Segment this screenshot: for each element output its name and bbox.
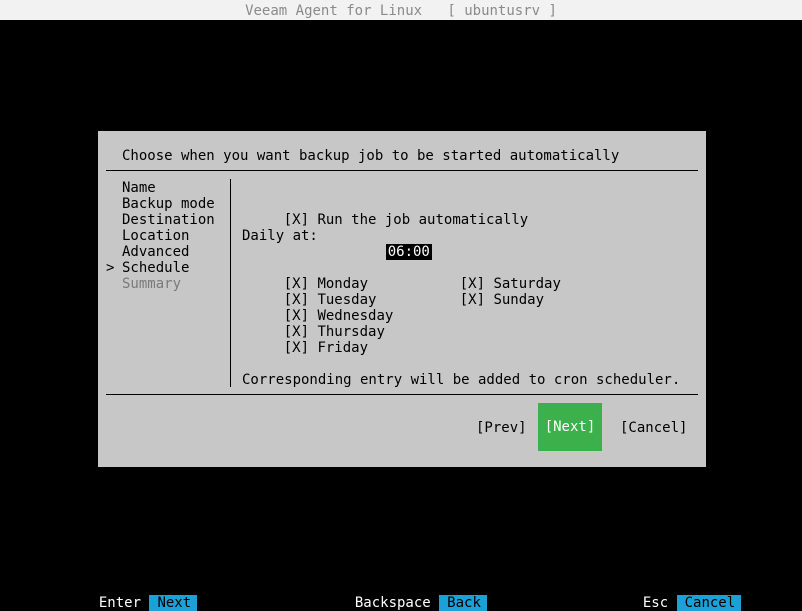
run-automatically-checkbox[interactable]: [X] Run the job automatically: [250, 196, 528, 228]
prev-button[interactable]: [Prev]: [476, 420, 527, 436]
next-button[interactable]: [Next]: [538, 403, 602, 451]
step-advanced[interactable]: Advanced: [122, 244, 215, 260]
time-value: 06:00: [385, 244, 432, 260]
footer-enter-hint: Enter Next: [82, 579, 198, 611]
checkbox-label: Friday: [317, 340, 369, 356]
step-destination[interactable]: Destination: [122, 212, 215, 228]
checkbox-label: Sunday: [493, 292, 545, 308]
steps-divider: [230, 179, 231, 387]
dialog-heading: Choose when you want backup job to be st…: [122, 148, 620, 164]
day-checkbox-friday[interactable]: [X] Friday: [250, 324, 368, 356]
step-name[interactable]: Name: [122, 180, 215, 196]
current-step-cursor: >: [106, 260, 115, 276]
window-title: Veeam Agent for Linux [ ubuntusrv ]: [0, 0, 802, 20]
footer-backspace-hint: Backspace Back: [338, 579, 488, 611]
enter-key-label: Enter: [98, 595, 142, 611]
cancel-button[interactable]: [Cancel]: [620, 420, 687, 436]
step-schedule[interactable]: Schedule: [122, 260, 215, 276]
esc-key-label: Esc: [642, 595, 669, 611]
esc-cancel-action[interactable]: Cancel: [676, 595, 741, 611]
backspace-key-label: Backspace: [354, 595, 431, 611]
step-backup-mode[interactable]: Backup mode: [122, 196, 215, 212]
day-checkbox-wednesday[interactable]: [X] Wednesday: [250, 292, 394, 324]
footer-esc-hint: Esc Cancel: [626, 579, 741, 611]
checkbox-mark: [X]: [459, 292, 486, 308]
checkbox-mark: [X]: [283, 340, 310, 356]
daily-time-input[interactable]: 06:00: [352, 228, 432, 260]
checkbox-mark: [X]: [283, 212, 310, 228]
step-summary: Summary: [122, 276, 182, 292]
day-checkbox-thursday[interactable]: [X] Thursday: [250, 308, 385, 340]
cron-note: Corresponding entry will be added to cro…: [242, 372, 681, 388]
footer-divider: [106, 394, 698, 395]
heading-divider: [106, 170, 698, 171]
checkbox-label: Run the job automatically: [317, 212, 529, 228]
backup-job-wizard-dialog: Choose when you want backup job to be st…: [98, 131, 706, 467]
backspace-back-action[interactable]: Back: [439, 595, 488, 611]
enter-next-action[interactable]: Next: [149, 595, 198, 611]
day-checkbox-saturday[interactable]: [X] Saturday: [426, 260, 561, 292]
day-checkbox-sunday[interactable]: [X] Sunday: [426, 276, 544, 308]
day-checkbox-tuesday[interactable]: [X] Tuesday: [250, 276, 377, 308]
step-location[interactable]: Location: [122, 228, 215, 244]
daily-at-label: Daily at:: [242, 228, 318, 244]
day-checkbox-monday[interactable]: [X] Monday: [250, 260, 368, 292]
wizard-steps: > Name Backup mode Destination Location …: [106, 180, 215, 292]
